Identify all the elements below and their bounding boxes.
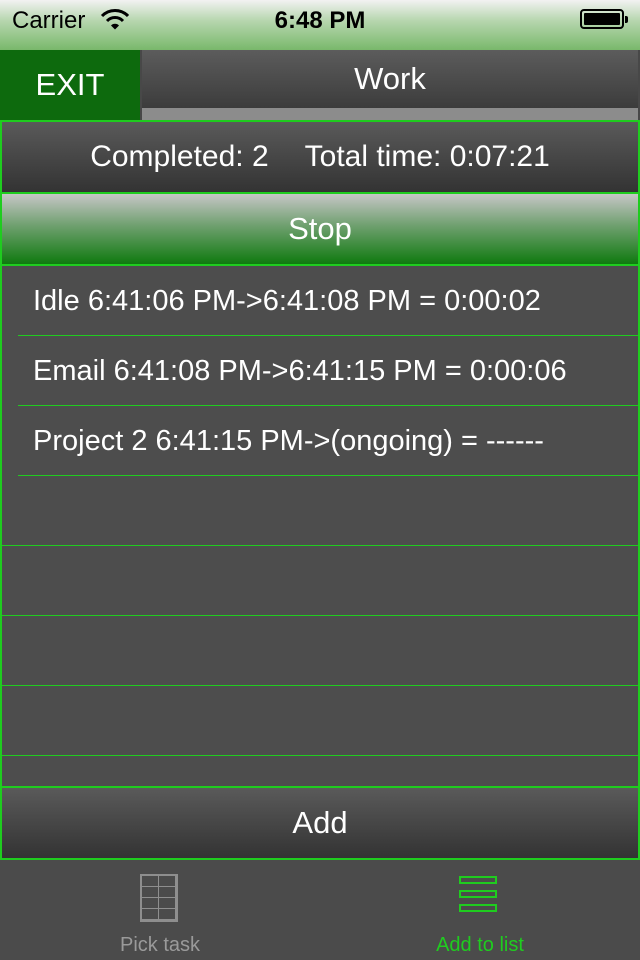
battery-icon [580, 9, 628, 29]
list-item[interactable]: Email 6:41:08 PM->6:41:15 PM = 0:00:06 [18, 336, 638, 406]
list-item-label: Email 6:41:08 PM->6:41:15 PM = 0:00:06 [33, 355, 567, 387]
tab-label: Pick task [119, 934, 201, 956]
exit-button[interactable]: EXIT [0, 50, 140, 120]
tab-label: Add to list [436, 934, 524, 956]
empty-row [2, 756, 638, 786]
list-item[interactable]: Idle 6:41:06 PM->6:41:08 PM = 0:00:02 [18, 266, 638, 336]
tab-add-to-list[interactable]: Add to list [320, 860, 640, 960]
empty-row [2, 546, 638, 616]
title-underline [142, 108, 638, 120]
empty-row [2, 476, 638, 546]
tab-pick-task[interactable]: Pick task [0, 860, 320, 960]
stop-button[interactable]: Stop [2, 194, 638, 266]
completed-count: Completed: 2 [90, 140, 269, 173]
list-item[interactable]: Project 2 6:41:15 PM->(ongoing) = ------ [18, 406, 638, 476]
empty-row [2, 616, 638, 686]
total-time: Total time: 0:07:21 [304, 140, 550, 173]
empty-row [2, 686, 638, 756]
tab-bar: Pick task Add to list [0, 860, 640, 960]
list-icon [459, 876, 497, 922]
list-item-label: Project 2 6:41:15 PM->(ongoing) = ------ [33, 425, 544, 457]
list-item-label: Idle 6:41:06 PM->6:41:08 PM = 0:00:02 [33, 285, 541, 317]
grid-icon [140, 874, 178, 922]
status-time: 6:48 PM [274, 7, 366, 34]
page-title: Work [142, 50, 638, 108]
status-bar: Carrier 6:48 PM [0, 0, 640, 50]
add-button[interactable]: Add [2, 786, 638, 858]
summary-bar: Completed: 2 Total time: 0:07:21 [2, 122, 638, 194]
time-entry-list[interactable]: Idle 6:41:06 PM->6:41:08 PM = 0:00:02 Em… [2, 266, 638, 786]
